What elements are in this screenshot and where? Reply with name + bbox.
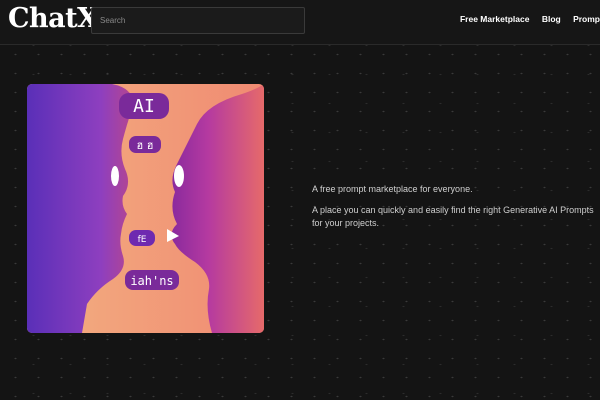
bubble-text-4: iah'ns — [130, 274, 173, 288]
bubble-text-2: ฮ ฮ — [137, 139, 154, 152]
nav-link-free-marketplace[interactable]: Free Marketplace — [460, 14, 529, 24]
top-navbar: ChatX Free Marketplace Blog Promp — [0, 0, 600, 45]
nav-link-prompts[interactable]: Promp — [573, 14, 600, 24]
main-nav: Free Marketplace Blog Promp — [450, 14, 600, 24]
search-input[interactable] — [91, 7, 305, 34]
hero-text: A free prompt marketplace for everyone. … — [312, 183, 597, 238]
bubble-text-3: fE — [138, 235, 147, 245]
hero-tagline: A free prompt marketplace for everyone. — [312, 184, 473, 194]
two-faces-icon: AI ฮ ฮ fE iah'ns — [27, 84, 264, 333]
hero-description: A place you can quickly and easily find … — [312, 205, 594, 228]
nav-link-blog[interactable]: Blog — [542, 14, 561, 24]
bubble-text-1: AI — [133, 96, 155, 117]
site-logo[interactable]: ChatX — [8, 3, 98, 34]
hero-illustration: AI ฮ ฮ fE iah'ns — [27, 84, 264, 333]
